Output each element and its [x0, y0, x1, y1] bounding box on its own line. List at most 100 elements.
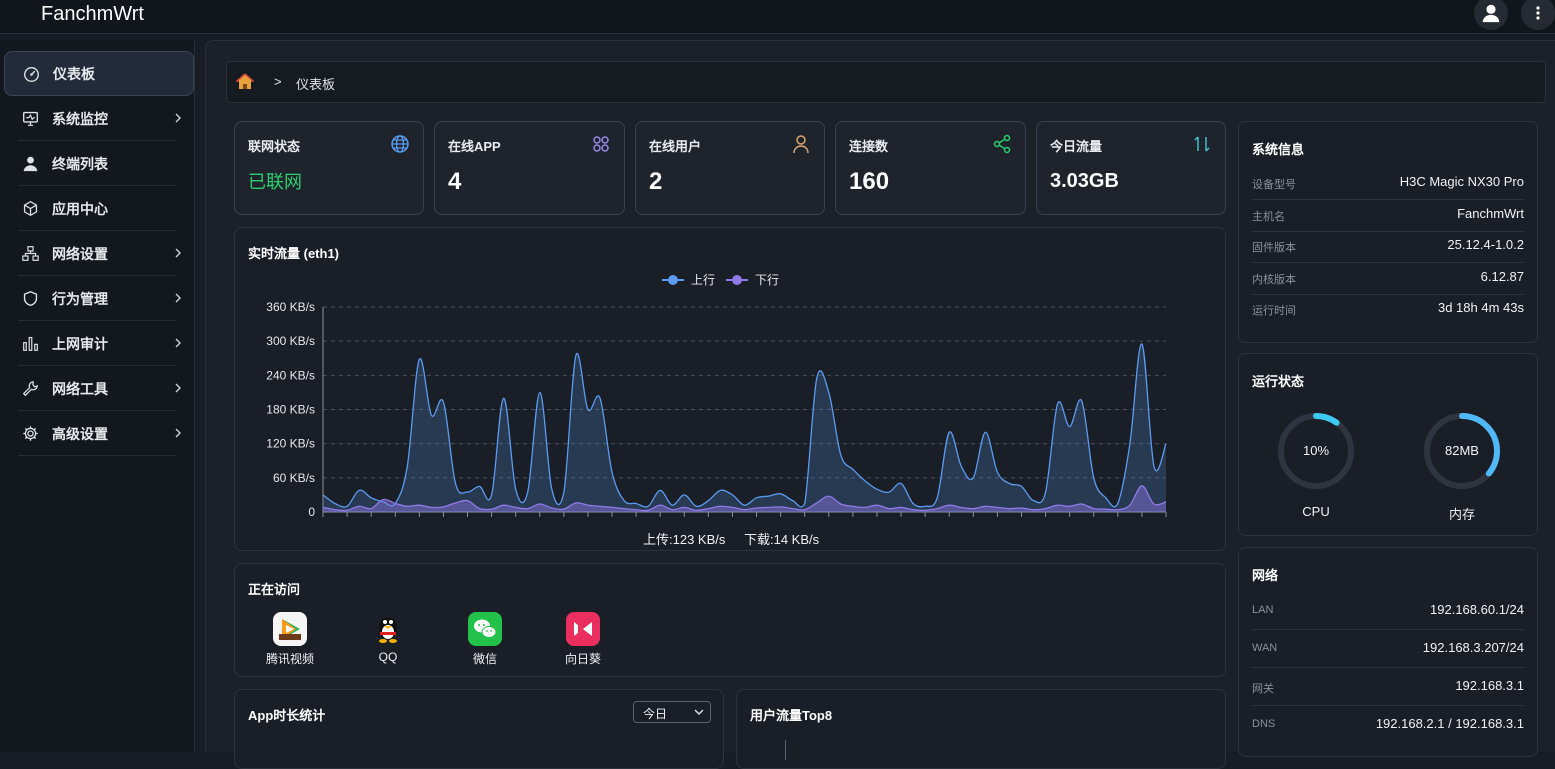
period-select-value: 今日 [643, 707, 668, 721]
info-key: 主机名 [1252, 211, 1285, 223]
share-icon [993, 134, 1011, 154]
app-item-sunflower[interactable]: 向日葵 [548, 612, 618, 667]
sidebar-item-internet-audit[interactable]: 上网审计 [4, 321, 194, 366]
updown-arrows-icon [1194, 136, 1210, 152]
chevron-down-icon [694, 709, 704, 715]
app-name: 腾讯视频 [265, 652, 314, 666]
wrench-icon [22, 380, 39, 397]
info-value: H3C Magic NX30 Pro [1399, 174, 1524, 189]
y-tick-label: 360 KB/s [266, 300, 315, 314]
info-value: 3d 18h 4m 43s [1437, 300, 1524, 315]
stat-card-online-users: 在线用户 2 [635, 121, 825, 215]
network-value: 192.168.60.1/24 [1430, 602, 1524, 617]
user-top-card: 用户流量Top8 [736, 689, 1226, 769]
chevron-right-icon [175, 383, 181, 393]
app-name: QQ [378, 650, 398, 664]
cpu-value: 10% [1302, 443, 1330, 458]
home-icon[interactable] [236, 73, 254, 90]
app-item-wechat[interactable]: 微信 [450, 612, 520, 667]
network-icon [22, 246, 39, 261]
network-key: 网关 [1252, 683, 1274, 695]
globe-icon [391, 135, 409, 153]
chevron-right-icon [175, 428, 181, 438]
info-row-hostname: 主机名 FanchmWrt [1252, 200, 1524, 232]
gear-icon [23, 426, 38, 441]
sidebar-item-label: 仪表板 [53, 65, 95, 82]
dashboard-icon [24, 67, 39, 82]
bar-chart-icon [23, 336, 38, 351]
more-vertical-icon [1536, 6, 1540, 20]
network-key: LAN [1252, 604, 1274, 616]
legend-marker [668, 275, 678, 285]
person-icon [793, 135, 809, 154]
network-card: 网络 LAN 192.168.60.1/24 WAN 192.168.3.207… [1238, 547, 1538, 757]
sidebar-item-system-monitor[interactable]: 系统监控 [4, 96, 194, 141]
user-icon [23, 156, 38, 172]
breadcrumb: > 仪表板 [226, 61, 1546, 103]
user-icon [1482, 4, 1500, 23]
info-value: 25.12.4-1.0.2 [1447, 237, 1524, 252]
chevron-right-icon [175, 248, 181, 258]
more-menu-button[interactable] [1521, 0, 1555, 30]
sidebar: 仪表板 系统监控 终端列表 应用中心 网络设置 行为管理 上网审计 网络工具 高… [0, 40, 195, 752]
stat-card-today-traffic: 今日流量 3.03GB [1036, 121, 1226, 215]
stat-title: 在线用户 [649, 139, 702, 154]
stat-title: 今日流量 [1050, 139, 1103, 154]
period-select[interactable]: 今日 [633, 701, 711, 723]
y-tick-label: 60 KB/s [273, 471, 315, 485]
system-info-card: 系统信息 设备型号 H3C Magic NX30 Pro 主机名 FanchmW… [1238, 121, 1538, 343]
info-row-model: 设备型号 H3C Magic NX30 Pro [1252, 168, 1524, 200]
app-name: 微信 [472, 652, 497, 666]
user-menu-button[interactable] [1474, 0, 1508, 30]
wechat-icon [468, 612, 502, 646]
chevron-right-icon [175, 293, 181, 303]
chevron-right-icon [175, 113, 181, 123]
sidebar-item-label: 应用中心 [52, 200, 108, 217]
series-area-upload [323, 343, 1166, 512]
system-info-title: 系统信息 [1252, 142, 1305, 157]
app-item-tencent-video[interactable]: 腾讯视频 [255, 612, 325, 667]
stat-value: 已联网 [248, 172, 302, 192]
legend-marker [732, 275, 742, 285]
sidebar-item-app-center[interactable]: 应用中心 [4, 186, 194, 231]
visiting-title: 正在访问 [248, 582, 301, 597]
run-state-title: 运行状态 [1252, 374, 1305, 389]
sidebar-item-behavior-management[interactable]: 行为管理 [4, 276, 194, 321]
sidebar-item-advanced-settings[interactable]: 高级设置 [4, 411, 194, 456]
sidebar-item-network-tools[interactable]: 网络工具 [4, 366, 194, 411]
stat-card-connections: 连接数 160 [835, 121, 1026, 215]
info-key: 固件版本 [1252, 242, 1296, 254]
stat-value: 2 [649, 168, 663, 195]
info-row-uptime: 运行时间 3d 18h 4m 43s [1252, 294, 1524, 326]
app-item-qq[interactable]: QQ [353, 612, 423, 664]
legend-label: 上行 [691, 273, 715, 287]
stat-title: 联网状态 [248, 139, 301, 154]
sidebar-item-label: 系统监控 [52, 110, 108, 127]
sidebar-item-label: 行为管理 [52, 290, 108, 307]
network-row-lan: LAN 192.168.60.1/24 [1252, 596, 1524, 630]
stat-value: 3.03GB [1050, 170, 1119, 192]
sidebar-item-label: 网络设置 [52, 245, 108, 262]
y-tick-label: 0 [308, 505, 315, 519]
legend-label: 下行 [755, 273, 779, 287]
memory-value: 82MB [1445, 443, 1479, 458]
sidebar-item-label: 终端列表 [52, 155, 108, 172]
breadcrumb-current: 仪表板 [296, 77, 336, 92]
info-row-kernel: 内核版本 6.12.87 [1252, 263, 1524, 295]
user-top-title: 用户流量Top8 [750, 708, 833, 723]
cube-icon [23, 200, 38, 217]
stat-value: 160 [849, 168, 890, 195]
info-key: 运行时间 [1252, 305, 1296, 317]
y-tick-label: 120 KB/s [266, 437, 315, 451]
top-bar: FanchmWrt [0, 0, 1555, 34]
app-duration-title: App时长统计 [248, 708, 326, 723]
info-row-firmware: 固件版本 25.12.4-1.0.2 [1252, 231, 1524, 263]
sidebar-item-terminal-list[interactable]: 终端列表 [4, 141, 194, 186]
memory-label: 内存 [1448, 507, 1475, 522]
network-value: 192.168.2.1 / 192.168.3.1 [1375, 716, 1524, 731]
sidebar-item-network-settings[interactable]: 网络设置 [4, 231, 194, 276]
apps-icon [593, 136, 609, 152]
info-value: FanchmWrt [1457, 206, 1524, 221]
sidebar-item-dashboard[interactable]: 仪表板 [4, 51, 194, 96]
sidebar-item-label: 高级设置 [52, 425, 108, 442]
